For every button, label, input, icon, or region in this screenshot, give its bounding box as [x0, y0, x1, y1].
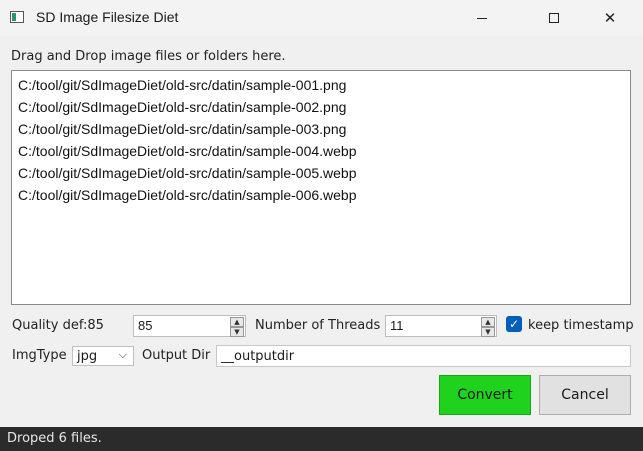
chevron-down-icon: ⌵ [118, 348, 127, 361]
title-bar: SD Image Filesize Diet ✕ [0, 0, 643, 36]
list-item[interactable]: C:/tool/git/SdImageDiet/old-src/datin/sa… [18, 184, 630, 206]
minimize-button[interactable] [459, 0, 505, 36]
drop-hint-label: Drag and Drop image files or folders her… [11, 49, 286, 64]
close-button[interactable]: ✕ [587, 0, 633, 36]
output-dir-label: Output Dir [142, 348, 211, 363]
keep-timestamp-label[interactable]: keep timestamp [528, 318, 634, 333]
output-dir-value: __outputdir [221, 349, 295, 364]
threads-label: Number of Threads [255, 318, 381, 333]
quality-label: Quality def:85 [12, 318, 104, 333]
status-bar: Droped 6 files. [0, 427, 643, 451]
status-text: Droped 6 files. [7, 431, 102, 446]
spin-down-icon[interactable]: ▼ [481, 327, 495, 337]
list-item[interactable]: C:/tool/git/SdImageDiet/old-src/datin/sa… [18, 74, 630, 96]
minimize-icon [477, 17, 487, 19]
quality-spinbox[interactable]: 85 ▲ ▼ [133, 315, 246, 337]
list-item[interactable]: C:/tool/git/SdImageDiet/old-src/datin/sa… [18, 96, 630, 118]
spin-down-icon[interactable]: ▼ [230, 327, 244, 337]
spin-up-icon[interactable]: ▲ [230, 317, 244, 327]
maximize-button[interactable] [531, 0, 577, 36]
convert-button[interactable]: Convert [439, 375, 531, 415]
imgtype-select[interactable]: jpg ⌵ [72, 346, 134, 366]
check-icon: ✓ [508, 317, 520, 331]
imgtype-value: jpg [77, 349, 98, 364]
window-title: SD Image Filesize Diet [36, 9, 179, 25]
quality-value: 85 [138, 318, 153, 333]
keep-timestamp-checkbox[interactable]: ✓ [506, 316, 522, 332]
output-dir-input[interactable]: __outputdir [216, 345, 631, 367]
imgtype-label: ImgType [12, 348, 67, 363]
list-item[interactable]: C:/tool/git/SdImageDiet/old-src/datin/sa… [18, 140, 630, 162]
threads-spinbox[interactable]: 11 ▲ ▼ [385, 315, 497, 337]
threads-value: 11 [390, 318, 404, 333]
file-list[interactable]: C:/tool/git/SdImageDiet/old-src/datin/sa… [11, 70, 631, 305]
cancel-button[interactable]: Cancel [539, 375, 631, 415]
close-icon: ✕ [603, 9, 617, 27]
list-item[interactable]: C:/tool/git/SdImageDiet/old-src/datin/sa… [18, 118, 630, 140]
maximize-icon [549, 13, 559, 23]
spin-up-icon[interactable]: ▲ [481, 317, 495, 327]
app-icon [10, 11, 24, 23]
list-item[interactable]: C:/tool/git/SdImageDiet/old-src/datin/sa… [18, 162, 630, 184]
